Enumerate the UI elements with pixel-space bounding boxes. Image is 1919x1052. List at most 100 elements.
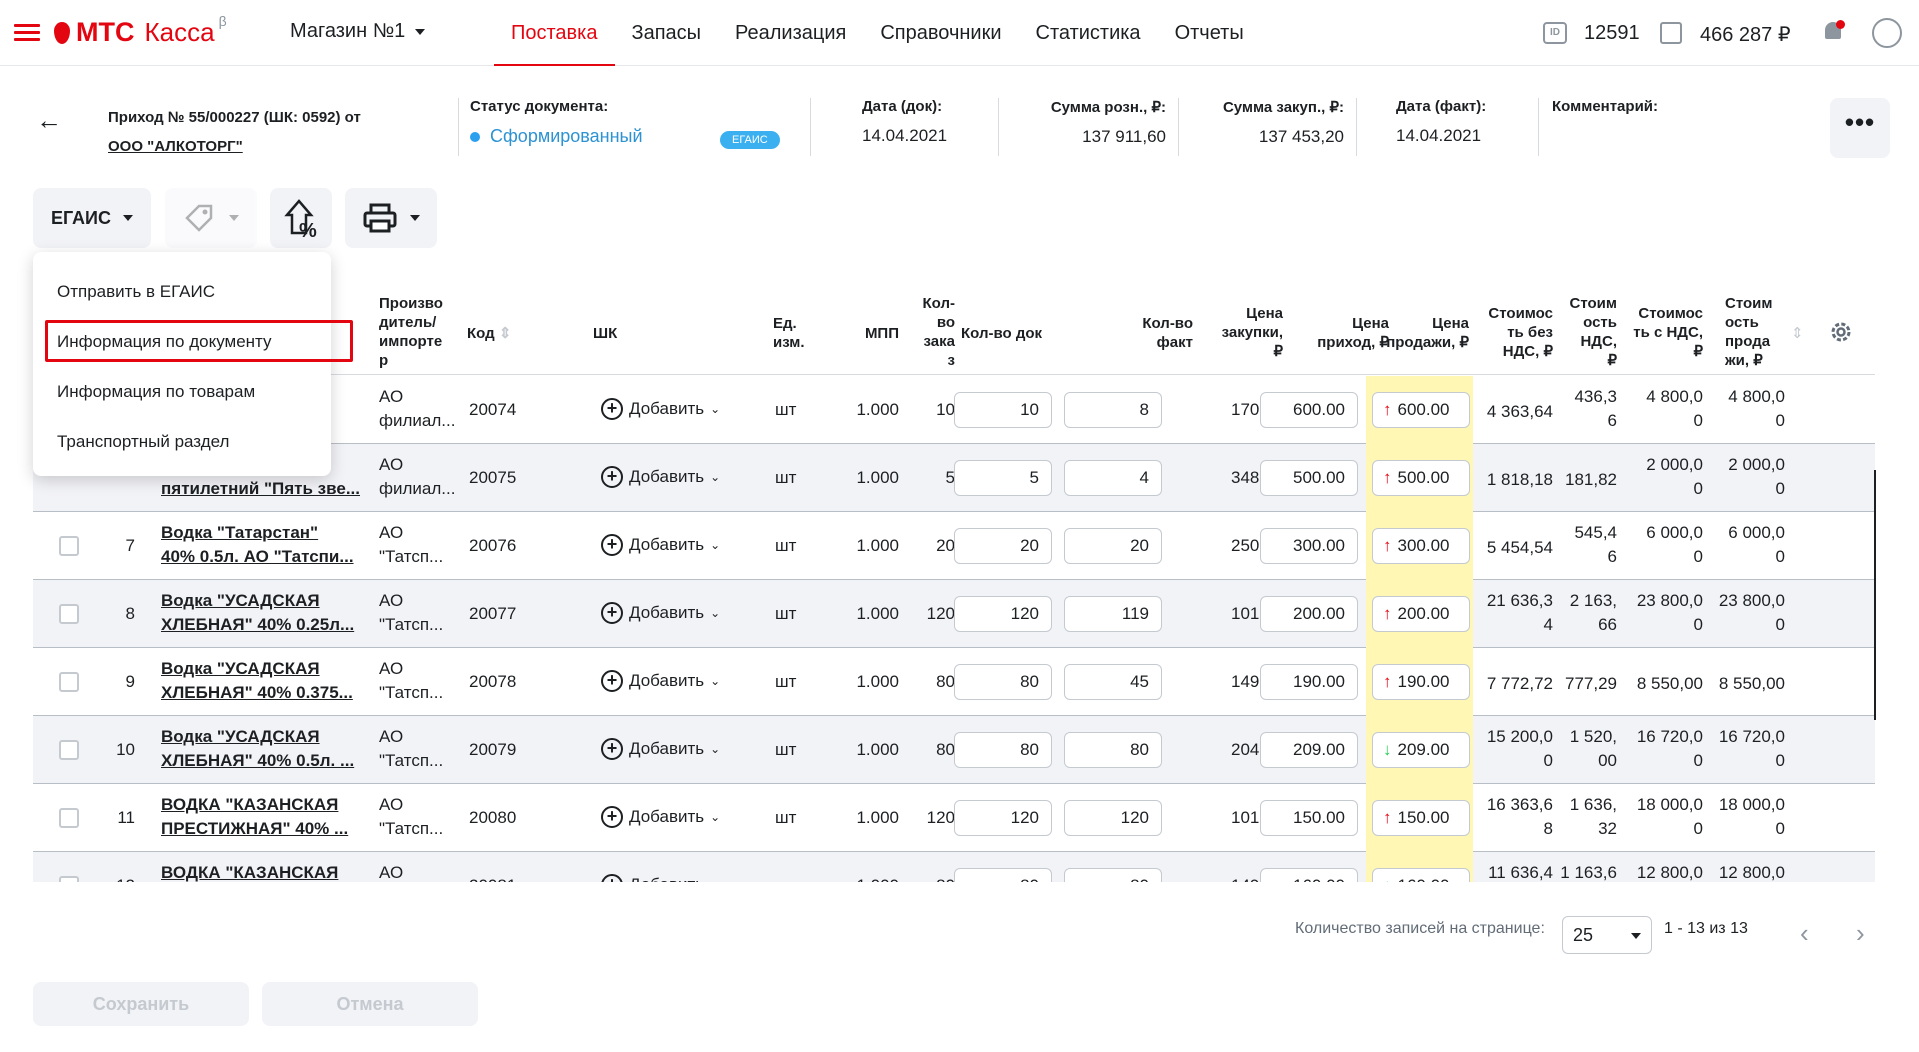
cost-sale: 2 000,0 0: [1728, 455, 1785, 498]
row-checkbox[interactable]: [59, 808, 79, 828]
product-code: 20080: [469, 808, 517, 827]
qty-doc-input[interactable]: 5: [954, 460, 1052, 496]
cost-no-vat: 16 363,6 8: [1486, 795, 1553, 838]
menu-icon[interactable]: [14, 24, 40, 42]
price-sale-input[interactable]: ↓160.00: [1372, 868, 1470, 882]
nav-references[interactable]: Справочники: [863, 0, 1018, 66]
menu-transport-section[interactable]: Транспортный раздел: [57, 432, 229, 452]
logo[interactable]: МТС Касса β: [54, 13, 227, 48]
product-name-link[interactable]: Водка "УСАДСКАЯ ХЛЕБНАЯ" 40% 0.5л. ...: [161, 725, 371, 773]
price-in-input[interactable]: 190.00: [1260, 664, 1358, 700]
cancel-button[interactable]: Отмена: [262, 982, 478, 1026]
nav-stock[interactable]: Запасы: [615, 0, 719, 66]
qty-doc-input[interactable]: 80: [954, 732, 1052, 768]
add-barcode-button[interactable]: +Добавить⌄: [601, 670, 720, 692]
nav-statistics[interactable]: Статистика: [1019, 0, 1158, 66]
price-sale-input[interactable]: ↑ 190.00: [1372, 664, 1470, 700]
product-name-link[interactable]: Водка "Татарстан" 40% 0.5л. АО "Татспи...: [161, 521, 371, 569]
qty-fact-input[interactable]: 20: [1064, 528, 1162, 564]
price-sale-input[interactable]: ↑ 500.00: [1372, 460, 1470, 496]
price-in-input[interactable]: 209.00: [1260, 732, 1358, 768]
menu-send-egais[interactable]: Отправить в ЕГАИС: [57, 282, 215, 302]
col-code[interactable]: Код ⇕: [467, 324, 511, 343]
back-arrow-icon[interactable]: ←: [36, 105, 62, 136]
qty-fact-input[interactable]: 120: [1064, 800, 1162, 836]
nav-reports[interactable]: Отчеты: [1158, 0, 1261, 66]
markup-button[interactable]: %: [270, 188, 332, 248]
col-qty-doc[interactable]: Кол-во док: [961, 324, 1042, 343]
nav-supply[interactable]: Поставка: [494, 0, 615, 66]
product-name-link[interactable]: ВОДКА "КАЗАНСКАЯПРЕСТИЖНАЯ" 40%: [161, 861, 371, 882]
product-name-link[interactable]: Водка "УСАДСКАЯ ХЛЕБНАЯ" 40% 0.25л...: [161, 589, 371, 637]
col-price-sale[interactable]: Цена продажи, ₽: [1373, 314, 1469, 352]
price-sale-input[interactable]: ↑ 200.00: [1372, 596, 1470, 632]
price-sale-input[interactable]: ↑ 150.00: [1372, 800, 1470, 836]
egais-menu-button[interactable]: ЕГАИС: [33, 188, 151, 248]
product-name-link[interactable]: ВОДКА "КАЗАНСКАЯ ПРЕСТИЖНАЯ" 40% ...: [161, 793, 371, 841]
avatar[interactable]: [1872, 18, 1902, 48]
price-sale-input[interactable]: ↑ 300.00: [1372, 528, 1470, 564]
price-in-input[interactable]: 300.00: [1260, 528, 1358, 564]
col-qty-fact[interactable]: Кол-во факт: [1083, 314, 1193, 352]
sort-icon[interactable]: ⇕: [1791, 324, 1804, 342]
label-print-button[interactable]: [165, 188, 257, 248]
add-barcode-button[interactable]: +Добавить⌄: [601, 874, 720, 882]
price-in-input[interactable]: 160.00: [1260, 868, 1358, 882]
next-page-icon[interactable]: ›: [1856, 918, 1865, 949]
qty-doc-input[interactable]: 10: [954, 392, 1052, 428]
row-checkbox[interactable]: [59, 740, 79, 760]
row-checkbox[interactable]: [59, 604, 79, 624]
table-scrollbar[interactable]: [1874, 470, 1876, 720]
add-barcode-button[interactable]: +Добавить⌄: [601, 466, 720, 488]
col-maker[interactable]: Произво дитель/ импорте р: [379, 294, 443, 370]
col-cost-sale[interactable]: Стоим ость прода жи, ₽: [1725, 294, 1785, 370]
qty-doc-input[interactable]: 120: [954, 800, 1052, 836]
price-in-input[interactable]: 150.00: [1260, 800, 1358, 836]
supplier-link[interactable]: ООО "АЛКОТОРГ": [108, 138, 243, 155]
print-button[interactable]: [345, 188, 437, 248]
product-name-link[interactable]: Водка "УСАДСКАЯ ХЛЕБНАЯ" 40% 0.375...: [161, 657, 371, 705]
col-unit[interactable]: Ед. изм.: [773, 314, 805, 352]
qty-doc-input[interactable]: 120: [954, 596, 1052, 632]
col-qty-order[interactable]: Кол- во зака з: [905, 294, 955, 370]
maker-name: АО филиал...: [379, 387, 456, 430]
settings-gear-icon[interactable]: [1829, 320, 1853, 344]
row-checkbox[interactable]: [59, 672, 79, 692]
qty-doc-input[interactable]: 80: [954, 868, 1052, 882]
price-in-input[interactable]: 500.00: [1260, 460, 1358, 496]
add-barcode-button[interactable]: +Добавить⌄: [601, 738, 720, 760]
store-selector[interactable]: Магазин №1: [290, 20, 426, 43]
qty-fact-input[interactable]: 4: [1064, 460, 1162, 496]
col-barcode[interactable]: ШК: [593, 324, 617, 343]
price-in-input[interactable]: 200.00: [1260, 596, 1358, 632]
add-barcode-button[interactable]: +Добавить⌄: [601, 806, 720, 828]
price-sale-input[interactable]: ↑ 600.00: [1372, 392, 1470, 428]
row-checkbox[interactable]: [59, 876, 79, 882]
qty-fact-input[interactable]: 8: [1064, 392, 1162, 428]
qty-fact-input[interactable]: 119: [1064, 596, 1162, 632]
add-barcode-button[interactable]: +Добавить⌄: [601, 534, 720, 556]
col-price-in[interactable]: Цена приход, ₽: [1273, 314, 1389, 352]
page-size-select[interactable]: 25: [1562, 916, 1652, 954]
save-button[interactable]: Сохранить: [33, 982, 249, 1026]
nav-sales[interactable]: Реализация: [718, 0, 863, 66]
more-actions-button[interactable]: •••: [1830, 98, 1890, 158]
col-price-purchase[interactable]: Цена закупки, ₽: [1193, 304, 1283, 361]
qty-doc-input[interactable]: 80: [954, 664, 1052, 700]
prev-page-icon[interactable]: ‹: [1800, 918, 1809, 949]
qty-doc-input[interactable]: 20: [954, 528, 1052, 564]
add-barcode-button[interactable]: +Добавить⌄: [601, 602, 720, 624]
col-cost-no-vat[interactable]: Стоимос ть без НДС, ₽: [1473, 304, 1553, 361]
col-mpp[interactable]: МПП: [853, 324, 899, 343]
qty-fact-input[interactable]: 45: [1064, 664, 1162, 700]
col-cost-vat[interactable]: Стоим ость НДС, ₽: [1553, 294, 1617, 370]
add-barcode-button[interactable]: +Добавить⌄: [601, 398, 720, 420]
menu-goods-info[interactable]: Информация по товарам: [57, 382, 255, 402]
price-in-input[interactable]: 600.00: [1260, 392, 1358, 428]
price-sale-input[interactable]: ↓ 209.00: [1372, 732, 1470, 768]
bell-icon[interactable]: [1822, 20, 1845, 44]
col-cost-with-vat[interactable]: Стоимос ть с НДС, ₽: [1623, 304, 1703, 361]
qty-fact-input[interactable]: 80: [1064, 868, 1162, 882]
row-checkbox[interactable]: [59, 536, 79, 556]
qty-fact-input[interactable]: 80: [1064, 732, 1162, 768]
